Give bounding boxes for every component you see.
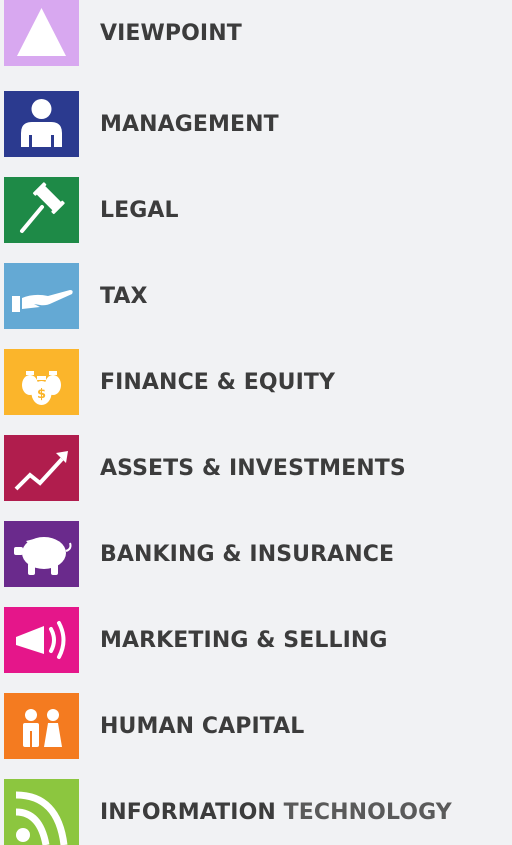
label-part-1: INFORMATION bbox=[100, 799, 276, 825]
information-technology-tile bbox=[4, 779, 79, 845]
category-label: INFORMATION TECHNOLOGY bbox=[100, 800, 452, 825]
category-tax[interactable]: TAX bbox=[4, 263, 512, 329]
category-information-technology[interactable]: INFORMATION TECHNOLOGY bbox=[4, 779, 512, 845]
category-label: MARKETING & SELLING bbox=[100, 627, 388, 653]
viewpoint-tile bbox=[4, 0, 79, 66]
category-human-capital[interactable]: HUMAN CAPITAL bbox=[4, 693, 512, 759]
category-label: LEGAL bbox=[100, 197, 179, 223]
person-icon bbox=[21, 99, 62, 147]
people-icon bbox=[23, 709, 62, 747]
rss-icon bbox=[15, 791, 68, 845]
category-legal[interactable]: LEGAL bbox=[4, 177, 512, 243]
category-label: BANKING & INSURANCE bbox=[100, 541, 395, 567]
category-menu: VIEWPOINT MANAGEMENT LEGAL TAX $ FINANCE… bbox=[0, 0, 512, 845]
hand-icon bbox=[12, 290, 73, 312]
category-assets-investments[interactable]: ASSETS & INVESTMENTS bbox=[4, 435, 512, 501]
category-label: TAX bbox=[100, 283, 148, 309]
management-tile bbox=[4, 91, 79, 157]
marketing-selling-tile bbox=[4, 607, 79, 673]
category-finance-equity[interactable]: $ FINANCE & EQUITY bbox=[4, 349, 512, 415]
tax-tile bbox=[4, 263, 79, 329]
megaphone-icon bbox=[16, 621, 66, 659]
category-viewpoint[interactable]: VIEWPOINT bbox=[4, 0, 512, 66]
category-label: VIEWPOINT bbox=[100, 20, 242, 46]
category-label: HUMAN CAPITAL bbox=[100, 713, 305, 739]
money-bags-icon: $ bbox=[22, 371, 61, 405]
banking-insurance-tile bbox=[4, 521, 79, 587]
finance-equity-tile: $ bbox=[4, 349, 79, 415]
piggy-bank-icon bbox=[14, 537, 72, 575]
label-part-2: TECHNOLOGY bbox=[283, 799, 452, 825]
trend-up-icon bbox=[14, 451, 68, 491]
assets-investments-tile bbox=[4, 435, 79, 501]
category-management[interactable]: MANAGEMENT bbox=[4, 91, 512, 157]
category-label: MANAGEMENT bbox=[100, 111, 279, 137]
category-banking-insurance[interactable]: BANKING & INSURANCE bbox=[4, 521, 512, 587]
svg-text:$: $ bbox=[37, 387, 46, 402]
human-capital-tile bbox=[4, 693, 79, 759]
category-label: FINANCE & EQUITY bbox=[100, 369, 336, 395]
category-label: ASSETS & INVESTMENTS bbox=[100, 455, 406, 481]
gavel-icon bbox=[20, 182, 65, 233]
category-marketing-selling[interactable]: MARKETING & SELLING bbox=[4, 607, 512, 673]
legal-tile bbox=[4, 177, 79, 243]
triangle-icon bbox=[17, 8, 66, 56]
